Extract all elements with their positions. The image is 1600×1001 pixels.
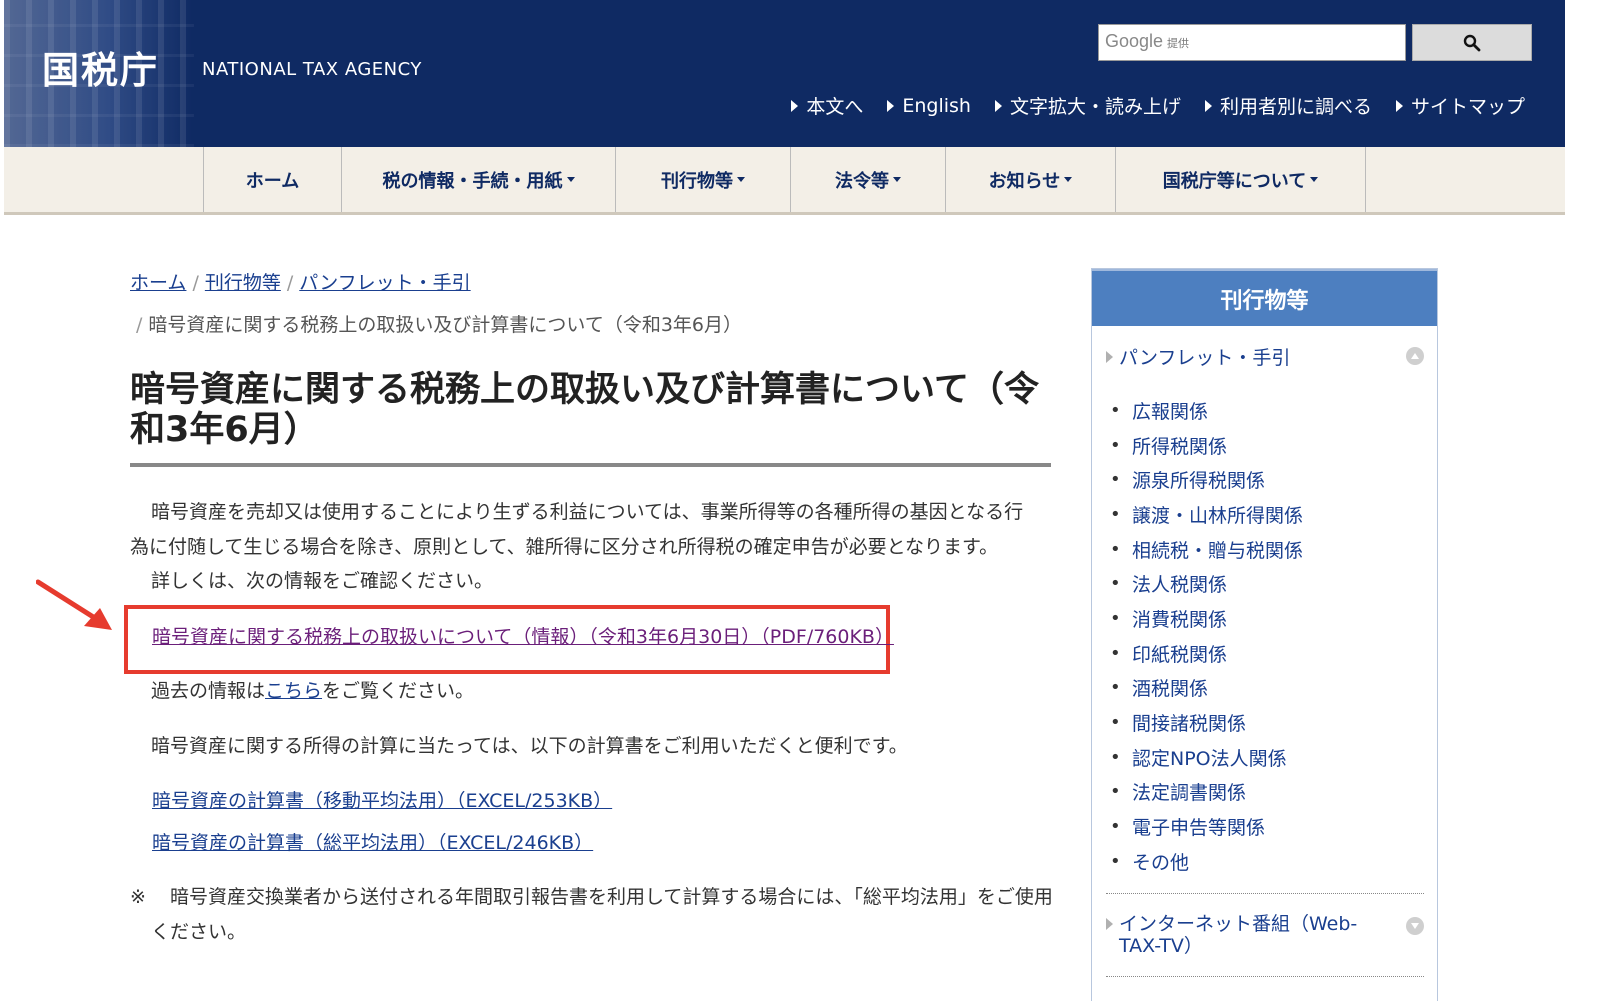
util-link-english[interactable]: English bbox=[887, 92, 971, 119]
sidebar-item-consumption-tax[interactable]: 消費税関係 bbox=[1110, 601, 1303, 636]
sidebar-list: 広報関係 所得税関係 源泉所得税関係 譲渡・山林所得関係 相続税・贈与税関係 法… bbox=[1110, 393, 1303, 879]
sidebar-item-statutory-reports[interactable]: 法定調書関係 bbox=[1110, 775, 1303, 810]
past-info-text: 過去の情報はこちらをご覧ください。 bbox=[151, 680, 475, 702]
triangle-right-icon bbox=[887, 99, 895, 112]
nav-about[interactable]: 国税庁等について bbox=[1116, 147, 1366, 212]
sidebar-item-e-filing[interactable]: 電子申告等関係 bbox=[1110, 809, 1303, 844]
triangle-right-icon bbox=[791, 99, 799, 112]
sidebar-item-corporate-tax[interactable]: 法人税関係 bbox=[1110, 566, 1303, 601]
sidebar-title: 刊行物等 bbox=[1092, 269, 1437, 326]
sidebar-item-transfer-forest[interactable]: 譲渡・山林所得関係 bbox=[1110, 497, 1303, 532]
intro-paragraph: 暗号資産を売却又は使用することにより生ずる利益については、事業所得等の各種所得の… bbox=[130, 501, 1024, 558]
util-link-text-size[interactable]: 文字拡大・読み上げ bbox=[994, 92, 1181, 119]
site-header: 国税庁 NATIONAL TAX AGENCY Google 提供 本文へ Eng… bbox=[4, 0, 1565, 147]
sidebar-item-indirect-taxes[interactable]: 間接諸税関係 bbox=[1110, 705, 1303, 740]
triangle-right-icon bbox=[1106, 350, 1113, 363]
breadcrumb-separator: / bbox=[192, 272, 199, 294]
triangle-right-icon bbox=[1395, 99, 1403, 112]
sidebar-item-income-tax[interactable]: 所得税関係 bbox=[1110, 428, 1303, 463]
collapse-down-icon[interactable] bbox=[1406, 917, 1424, 935]
util-link-by-user[interactable]: 利用者別に調べる bbox=[1204, 92, 1372, 119]
site-logo[interactable]: 国税庁 bbox=[42, 40, 159, 94]
breadcrumb-pamphlets[interactable]: パンフレット・手引 bbox=[299, 272, 470, 294]
breadcrumb-current: / 暗号資産に関する税務上の取扱い及び計算書について（令和3年6月） bbox=[136, 314, 743, 336]
sidebar-group-title-pamphlets[interactable]: パンフレット・手引 bbox=[1106, 343, 1426, 370]
page-title: 暗号資産に関する税務上の取扱い及び計算書について（令和3年6月） bbox=[130, 370, 1039, 450]
sidebar-group-pamphlets: パンフレット・手引 bbox=[1106, 343, 1426, 370]
sidebar-item-stamp-tax[interactable]: 印紙税関係 bbox=[1110, 636, 1303, 671]
sidebar: 刊行物等 パンフレット・手引 広報関係 所得税関係 源泉所得税関係 譲渡・山林所… bbox=[1091, 268, 1438, 1001]
utility-nav: 本文へ English 文字拡大・読み上げ 利用者別に調べる サイトマップ bbox=[791, 92, 1525, 119]
triangle-right-icon bbox=[1204, 99, 1212, 112]
caret-down-icon bbox=[737, 177, 745, 182]
sidebar-group-web-tax-tv: インターネット番組（Web-TAX-TV） bbox=[1106, 913, 1426, 957]
triangle-right-icon bbox=[994, 99, 1002, 112]
nav-publications[interactable]: 刊行物等 bbox=[616, 147, 791, 212]
sidebar-item-inheritance-gift[interactable]: 相続税・贈与税関係 bbox=[1110, 532, 1303, 567]
caret-down-icon bbox=[1064, 177, 1073, 182]
sidebar-item-npo[interactable]: 認定NPO法人関係 bbox=[1110, 740, 1303, 775]
sidebar-item-public-relations[interactable]: 広報関係 bbox=[1110, 393, 1303, 428]
util-link-main-content[interactable]: 本文へ bbox=[791, 92, 863, 119]
calc-text: 暗号資産に関する所得の計算に当たっては、以下の計算書をご利用いただくと便利です。 bbox=[151, 735, 908, 757]
site-logo-english[interactable]: NATIONAL TAX AGENCY bbox=[202, 59, 422, 80]
global-nav: ホーム 税の情報・手続・用紙 刊行物等 法令等 お知らせ 国税庁等について bbox=[4, 147, 1565, 215]
nav-notices[interactable]: お知らせ bbox=[946, 147, 1116, 212]
past-info-link[interactable]: こちら bbox=[265, 680, 322, 702]
title-divider bbox=[130, 463, 1051, 467]
sidebar-group-title-web-tax-tv[interactable]: インターネット番組（Web-TAX-TV） bbox=[1106, 913, 1426, 957]
search-brand: Google 提供 bbox=[1105, 31, 1190, 51]
search-input[interactable] bbox=[1209, 29, 1399, 57]
caret-down-icon bbox=[893, 177, 901, 182]
sidebar-item-other[interactable]: その他 bbox=[1110, 844, 1303, 879]
search-button[interactable] bbox=[1412, 24, 1532, 61]
breadcrumb-home[interactable]: ホーム bbox=[130, 272, 186, 294]
info-pdf-link[interactable]: 暗号資産に関する税務上の取扱いについて（情報）（令和3年6月30日）（PDF/7… bbox=[152, 626, 894, 648]
calc-moving-average-link[interactable]: 暗号資産の計算書（移動平均法用）（EXCEL/253KB） bbox=[152, 790, 612, 812]
triangle-right-icon bbox=[1106, 918, 1113, 930]
breadcrumb-separator: / bbox=[286, 272, 294, 294]
nav-laws[interactable]: 法令等 bbox=[791, 147, 946, 212]
nav-tax-info[interactable]: 税の情報・手続・用紙 bbox=[342, 147, 616, 212]
caret-down-icon bbox=[1310, 177, 1319, 182]
pointer-arrow-icon bbox=[35, 578, 116, 638]
breadcrumb: ホーム / 刊行物等 / パンフレット・手引 bbox=[130, 268, 471, 295]
calc-total-average-link[interactable]: 暗号資産の計算書（総平均法用）（EXCEL/246KB） bbox=[152, 832, 593, 854]
nav-home[interactable]: ホーム bbox=[204, 147, 342, 212]
util-link-sitemap[interactable]: サイトマップ bbox=[1395, 92, 1525, 119]
note-text: 暗号資産交換業者から送付される年間取引報告書を利用して計算する場合には、「総平均… bbox=[151, 886, 1053, 943]
details-text: 詳しくは、次の情報をご確認ください。 bbox=[151, 570, 494, 592]
search-box[interactable]: Google 提供 bbox=[1098, 24, 1406, 61]
collapse-up-icon[interactable] bbox=[1406, 347, 1424, 365]
breadcrumb-publications[interactable]: 刊行物等 bbox=[205, 272, 281, 294]
caret-down-icon bbox=[566, 177, 575, 182]
sidebar-divider bbox=[1106, 893, 1424, 894]
sidebar-item-liquor-tax[interactable]: 酒税関係 bbox=[1110, 671, 1303, 706]
search-icon bbox=[1463, 34, 1481, 51]
sidebar-item-withholding-tax[interactable]: 源泉所得税関係 bbox=[1110, 462, 1303, 497]
sidebar-divider bbox=[1106, 976, 1424, 977]
